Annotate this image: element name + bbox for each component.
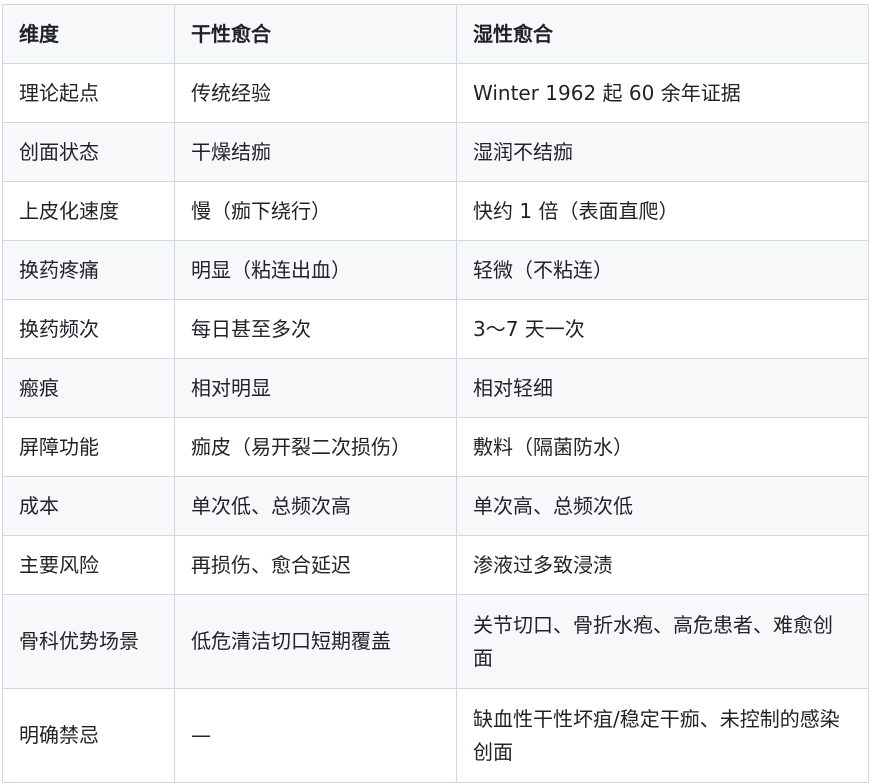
table-row: 屏障功能 痂皮（易开裂二次损伤） 敷料（隔菌防水） [2,417,869,477]
header-dimension: 维度 [2,4,175,64]
cell-dry: 低危清洁切口短期覆盖 [174,594,457,689]
cell-dry: 每日甚至多次 [174,299,457,359]
table-header-row: 维度 干性愈合 湿性愈合 [2,4,869,64]
table-row: 换药疼痛 明显（粘连出血） 轻微（不粘连） [2,240,869,300]
cell-moist: Winter 1962 起 60 余年证据 [456,63,869,123]
table-row: 瘢痕 相对明显 相对轻细 [2,358,869,418]
cell-moist: 渗液过多致浸渍 [456,535,869,595]
cell-dimension: 明确禁忌 [2,688,175,783]
cell-moist: 快约 1 倍（表面直爬） [456,181,869,241]
table-row: 上皮化速度 慢（痂下绕行） 快约 1 倍（表面直爬） [2,181,869,241]
cell-moist: 缺血性干性坏疽/稳定干痂、未控制的感染创面 [456,688,869,783]
table-row: 创面状态 干燥结痂 湿润不结痂 [2,122,869,182]
cell-dimension: 换药频次 [2,299,175,359]
cell-dimension: 瘢痕 [2,358,175,418]
header-moist-healing: 湿性愈合 [456,4,869,64]
table-row: 骨科优势场景 低危清洁切口短期覆盖 关节切口、骨折水疱、高危患者、难愈创面 [2,594,869,689]
cell-moist: 单次高、总频次低 [456,476,869,536]
cell-dimension: 骨科优势场景 [2,594,175,689]
cell-dry: 单次低、总频次高 [174,476,457,536]
cell-moist: 轻微（不粘连） [456,240,869,300]
cell-moist: 关节切口、骨折水疱、高危患者、难愈创面 [456,594,869,689]
cell-moist: 相对轻细 [456,358,869,418]
cell-dry: 痂皮（易开裂二次损伤） [174,417,457,477]
comparison-table-container: 维度 干性愈合 湿性愈合 理论起点 传统经验 Winter 1962 起 60 … [2,4,869,783]
cell-dimension: 主要风险 [2,535,175,595]
table-row: 主要风险 再损伤、愈合延迟 渗液过多致浸渍 [2,535,869,595]
cell-dry: 再损伤、愈合延迟 [174,535,457,595]
cell-dimension: 创面状态 [2,122,175,182]
cell-moist: 3～7 天一次 [456,299,869,359]
cell-dry: 干燥结痂 [174,122,457,182]
table-row: 明确禁忌 — 缺血性干性坏疽/稳定干痂、未控制的感染创面 [2,688,869,783]
cell-dry: — [174,688,457,783]
table-row: 理论起点 传统经验 Winter 1962 起 60 余年证据 [2,63,869,123]
cell-dry: 传统经验 [174,63,457,123]
cell-dry: 明显（粘连出血） [174,240,457,300]
cell-dry: 慢（痂下绕行） [174,181,457,241]
table-row: 成本 单次低、总频次高 单次高、总频次低 [2,476,869,536]
cell-dimension: 屏障功能 [2,417,175,477]
cell-moist: 敷料（隔菌防水） [456,417,869,477]
cell-dry: 相对明显 [174,358,457,418]
cell-dimension: 理论起点 [2,63,175,123]
comparison-table: 维度 干性愈合 湿性愈合 理论起点 传统经验 Winter 1962 起 60 … [2,4,869,783]
header-dry-healing: 干性愈合 [174,4,457,64]
cell-dimension: 换药疼痛 [2,240,175,300]
cell-dimension: 上皮化速度 [2,181,175,241]
table-row: 换药频次 每日甚至多次 3～7 天一次 [2,299,869,359]
cell-dimension: 成本 [2,476,175,536]
cell-moist: 湿润不结痂 [456,122,869,182]
